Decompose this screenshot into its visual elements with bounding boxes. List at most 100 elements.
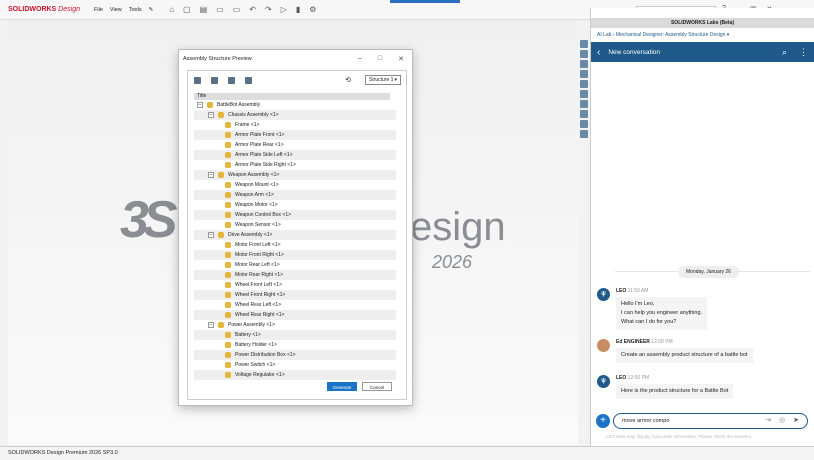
tree-row[interactable]: Armor Plate Rear <1> <box>194 140 396 150</box>
tree-row[interactable]: Wheel Front Right <1> <box>194 290 396 300</box>
tab-icon[interactable] <box>579 60 588 68</box>
tree-row[interactable]: Wheel Front Left <1> <box>194 280 396 290</box>
part-icon <box>225 222 231 228</box>
collapse-toggle[interactable]: − <box>208 322 214 328</box>
timestamp: 11:59 AM <box>627 288 649 294</box>
open-icon[interactable]: ▤ <box>200 5 208 14</box>
tree-row[interactable]: Battery <1> <box>194 330 396 340</box>
tree-row[interactable]: Motor Front Left <1> <box>194 240 396 250</box>
menu-bar: File View Tools ✎ <box>94 7 153 13</box>
structure-select[interactable]: Structure 1 ▾ <box>365 75 401 85</box>
send-icon[interactable]: ➤ <box>793 416 799 424</box>
tree-row-label: Motor Front Left <1> <box>235 242 281 248</box>
avatar <box>597 339 610 352</box>
tree-row[interactable]: − Weapon Assembly <1> <box>194 170 396 180</box>
tab-icon[interactable] <box>579 80 588 88</box>
collapse-toggle[interactable]: − <box>197 102 203 108</box>
tab-icon[interactable] <box>579 120 588 128</box>
add-subassembly-icon[interactable] <box>211 76 218 84</box>
tree-row[interactable]: Wheel Rear Right <1> <box>194 310 396 320</box>
collapse-toggle[interactable]: − <box>208 232 214 238</box>
pin-icon[interactable]: ✎ <box>149 7 154 13</box>
generate-button[interactable]: Generate <box>327 382 357 391</box>
tree-row[interactable]: Voltage Regulator <1> <box>194 370 396 380</box>
tree-row[interactable]: Power Distribution Box <1> <box>194 350 396 360</box>
tree-row[interactable]: Weapon Sensor <1> <box>194 220 396 230</box>
history-icon[interactable]: ⟲ <box>345 76 351 84</box>
tree-row[interactable]: Motor Front Right <1> <box>194 250 396 260</box>
tab-icon[interactable] <box>579 130 588 138</box>
menu-tools[interactable]: Tools <box>129 7 142 13</box>
close-button[interactable]: ✕ <box>398 55 404 63</box>
message-text: Hello I'm Leo, I can help you engineer a… <box>616 297 708 330</box>
dialog-title: Assembly Structure Preview <box>183 56 252 62</box>
tab-icon[interactable] <box>579 90 588 98</box>
tree-row[interactable]: − Drive Assembly <1> <box>194 230 396 240</box>
tree-row[interactable]: Armor Plate Side Right <1> <box>194 160 396 170</box>
timestamp: 12:00 PM <box>627 375 650 381</box>
tree-row[interactable]: Weapon Control Box <1> <box>194 210 396 220</box>
tab-icon[interactable] <box>579 50 588 58</box>
tree-row[interactable]: Motor Rear Right <1> <box>194 270 396 280</box>
tab-icon[interactable] <box>579 110 588 118</box>
part-icon <box>225 372 231 378</box>
tab-icon[interactable] <box>579 40 588 48</box>
column-header-title[interactable]: Title <box>194 93 390 100</box>
search-icon[interactable]: ⌕ <box>782 47 787 58</box>
rebuild-icon[interactable]: ▮ <box>296 5 300 14</box>
select-icon[interactable]: ▷ <box>281 5 287 14</box>
print-icon[interactable]: ▭ <box>233 5 241 14</box>
tree-row[interactable]: Motor Rear Left <1> <box>194 260 396 270</box>
maximize-button[interactable]: □ <box>378 55 382 63</box>
tree-row[interactable]: Weapon Mount <1> <box>194 180 396 190</box>
menu-file[interactable]: File <box>94 7 103 13</box>
part-icon <box>225 242 231 248</box>
tab-icon[interactable] <box>579 70 588 78</box>
tree-row[interactable]: Frame <1> <box>194 120 396 130</box>
collapse-toggle[interactable]: − <box>208 112 214 118</box>
avatar: ψ <box>597 375 610 388</box>
add-part-icon[interactable] <box>228 76 235 84</box>
tree-row[interactable]: Armor Plate Front <1> <box>194 130 396 140</box>
cancel-button[interactable]: Cancel <box>362 382 392 391</box>
add-button[interactable]: + <box>596 414 610 428</box>
more-icon[interactable]: ⋮ <box>799 47 808 58</box>
breadcrumb[interactable]: AI Lab › Mechanical Designer: Assembly S… <box>591 28 814 42</box>
tree-row-label: Armor Plate Side Right <1> <box>235 162 296 168</box>
tree-row[interactable]: Wheel Rear Left <1> <box>194 300 396 310</box>
chat-input[interactable]: move armor compo ⇥ ◎ ➤ <box>613 413 808 429</box>
tree-row[interactable]: Weapon Arm <1> <box>194 190 396 200</box>
chat-message: ψ LEO 11:59 AM Hello I'm Leo, I can help y… <box>597 288 708 330</box>
tree-row[interactable]: − Chassis Assembly <1> <box>194 110 396 120</box>
home-icon[interactable]: ⌂ <box>169 5 174 14</box>
add-assembly-icon[interactable] <box>194 76 201 84</box>
save-icon[interactable]: ▭ <box>216 5 224 14</box>
tab-icon[interactable] <box>579 100 588 108</box>
undo-icon[interactable]: ↶ <box>249 5 256 14</box>
tree-row[interactable]: − Power Assembly <1> <box>194 320 396 330</box>
tree-row[interactable]: Weapon Motor <1> <box>194 200 396 210</box>
delete-part-icon[interactable] <box>245 76 252 84</box>
back-icon[interactable]: ‹ <box>597 47 600 58</box>
structure-tree: − BattleBot Assembly − Chassis Assembly <1>… <box>194 100 396 380</box>
part-icon <box>225 162 231 168</box>
tree-row[interactable]: Armor Plate Side Left <1> <box>194 150 396 160</box>
message-text: Here is the product structure for a Batt… <box>616 384 734 399</box>
minimize-button[interactable]: – <box>358 55 362 63</box>
tree-row[interactable]: − BattleBot Assembly <box>194 100 396 110</box>
tree-row-label: Wheel Front Right <1> <box>235 292 286 298</box>
sender: Ed ENGINEER <box>616 339 650 345</box>
tree-row[interactable]: Power Switch <1> <box>194 360 396 370</box>
message-text: Create an assembly product structure of … <box>616 348 753 363</box>
globe-icon[interactable]: ◎ <box>779 416 785 424</box>
redo-icon[interactable]: ↷ <box>265 5 272 14</box>
menu-view[interactable]: View <box>110 7 122 13</box>
attach-icon[interactable]: ⇥ <box>765 416 771 424</box>
part-icon <box>225 312 231 318</box>
tree-row-label: Motor Rear Right <1> <box>235 272 284 278</box>
tree-row-label: Power Assembly <1> <box>228 322 275 328</box>
new-icon[interactable]: ▢ <box>183 5 191 14</box>
options-icon[interactable]: ⚙ <box>309 5 316 14</box>
tree-row[interactable]: Battery Holder <1> <box>194 340 396 350</box>
collapse-toggle[interactable]: − <box>208 172 214 178</box>
